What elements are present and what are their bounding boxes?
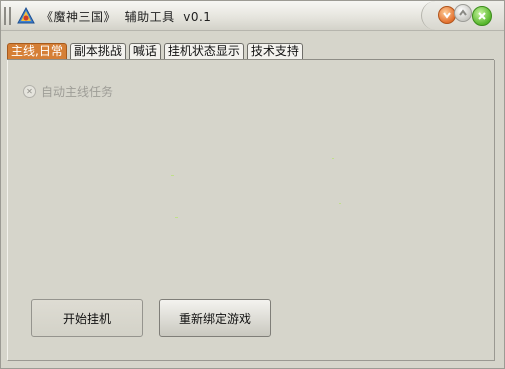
- maximize-icon[interactable]: [454, 4, 472, 22]
- tab-shout[interactable]: 喊话: [128, 43, 161, 59]
- tab-dungeon-challenge[interactable]: 副本挑战: [69, 43, 126, 59]
- auto-quest-checkbox[interactable]: ✕: [23, 85, 36, 98]
- tab-afk-status[interactable]: 挂机状态显示: [163, 43, 244, 59]
- app-icon: [17, 6, 35, 24]
- auto-quest-label: 自动主线任务: [41, 85, 114, 99]
- tab-main-daily[interactable]: 主线,日常: [7, 43, 67, 59]
- decor-speck: [171, 175, 174, 176]
- title-bar[interactable]: 《魔神三国》 辅助工具 v0.1: [1, 1, 504, 31]
- decor-speck: [332, 158, 334, 159]
- close-icon[interactable]: [472, 6, 492, 26]
- decor-speck: [175, 217, 178, 218]
- drag-grip-icon[interactable]: [4, 7, 11, 25]
- start-afk-button[interactable]: 开始挂机: [31, 299, 143, 337]
- app-window: 《魔神三国》 辅助工具 v0.1 主线,日常 副本挑战 喊话 挂机状态显示 技术…: [0, 0, 505, 369]
- rebind-game-button[interactable]: 重新绑定游戏: [159, 299, 271, 337]
- auto-quest-option[interactable]: ✕ 自动主线任务: [23, 83, 113, 100]
- window-title: 《魔神三国》 辅助工具 v0.1: [41, 10, 212, 24]
- tab-tech-support[interactable]: 技术支持: [246, 43, 303, 59]
- decor-speck: [339, 203, 341, 204]
- tab-bar: 主线,日常 副本挑战 喊话 挂机状态显示 技术支持: [7, 43, 306, 59]
- window-controls: [421, 1, 504, 30]
